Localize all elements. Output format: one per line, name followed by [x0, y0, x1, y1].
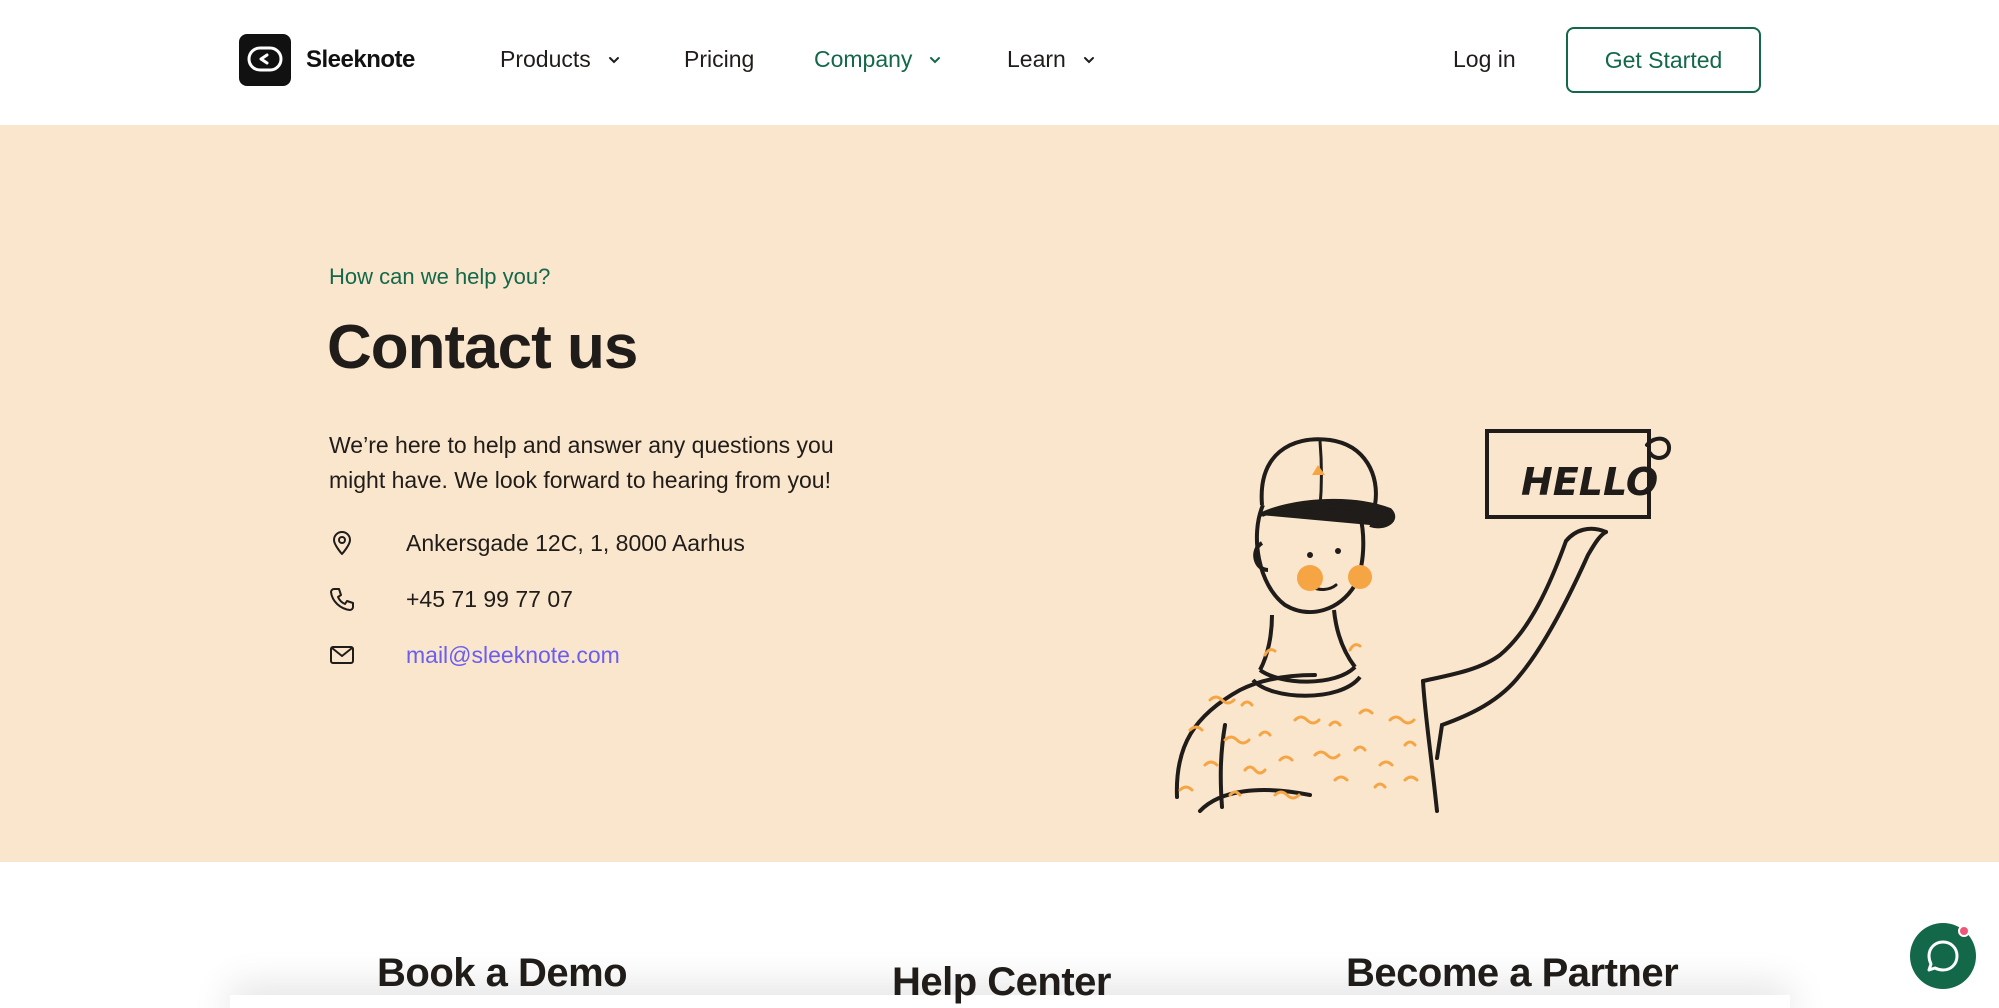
card-become-partner-title[interactable]: Become a Partner: [1346, 951, 1679, 996]
hero-eyebrow: How can we help you?: [329, 264, 551, 289]
contact-address: Ankersgade 12C, 1, 8000 Aarhus: [329, 530, 745, 556]
nav-item-learn[interactable]: Learn: [1007, 46, 1096, 73]
chevron-down-icon: [930, 56, 941, 63]
contact-email[interactable]: mail@sleeknote.com: [329, 642, 620, 668]
notification-dot: [1958, 925, 1970, 937]
get-started-button[interactable]: Get Started: [1566, 27, 1761, 93]
chevron-down-icon: [608, 56, 619, 63]
phone-text[interactable]: +45 71 99 77 07: [406, 586, 573, 613]
card-help-center-title[interactable]: Help Center: [892, 960, 1112, 1005]
card-book-demo-title[interactable]: Book a Demo: [377, 951, 628, 996]
address-text: Ankersgade 12C, 1, 8000 Aarhus: [406, 529, 745, 556]
chat-bubble-icon: [1927, 940, 1959, 972]
nav-item-products[interactable]: Products: [500, 46, 621, 73]
contact-phone[interactable]: +45 71 99 77 07: [329, 586, 573, 612]
nav-item-company[interactable]: Company: [814, 46, 942, 73]
brand-name: Sleeknote: [306, 46, 415, 73]
nav-item-label: Learn: [1007, 46, 1066, 72]
sign-text: HELLO: [1521, 460, 1658, 504]
chevron-down-icon: [1083, 56, 1094, 63]
contact-hero: How can we help you? Contact us We’re he…: [0, 125, 1999, 862]
mail-icon: [330, 646, 354, 664]
nav-item-pricing[interactable]: Pricing: [684, 46, 754, 73]
nav-item-label: Products: [500, 46, 591, 72]
nav-item-label: Company: [814, 46, 913, 72]
phone-icon: [330, 588, 354, 611]
site-header: Sleeknote Products Pricing Company Learn…: [0, 0, 1999, 125]
nav-item-label: Pricing: [684, 46, 755, 72]
location-pin-icon: [333, 531, 351, 555]
page-title: Contact us: [327, 313, 638, 382]
email-link[interactable]: mail@sleeknote.com: [406, 642, 620, 669]
sleeknote-logo-icon: [239, 34, 291, 86]
hello-person-illustration: HELLO: [1174, 429, 1671, 813]
brand-logo[interactable]: Sleeknote: [239, 34, 415, 86]
hero-description: We’re here to help and answer any questi…: [329, 432, 834, 493]
login-link[interactable]: Log in: [1453, 46, 1516, 73]
